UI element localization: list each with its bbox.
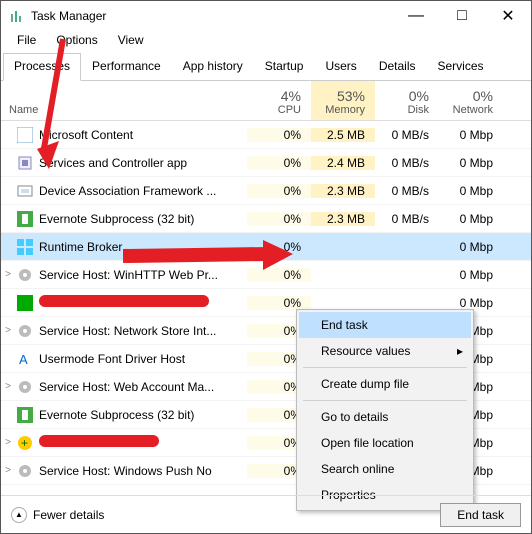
- net-cell: 0 Mbp: [439, 296, 503, 310]
- expand-icon[interactable]: >: [1, 465, 15, 476]
- col-memory[interactable]: 53%Memory: [311, 81, 375, 120]
- net-cell: 0 Mbp: [439, 156, 503, 170]
- process-name: [39, 295, 247, 310]
- svg-text:A: A: [19, 352, 28, 367]
- col-cpu[interactable]: 4%CPU: [247, 81, 311, 120]
- process-name: [39, 435, 247, 450]
- process-name: Usermode Font Driver Host: [39, 352, 247, 366]
- tab-processes[interactable]: Processes: [3, 53, 81, 81]
- table-row[interactable]: Microsoft Content 0% 2.5 MB 0 MB/s 0 Mbp: [1, 121, 531, 149]
- cpu-cell: 0%: [247, 156, 311, 170]
- expand-icon[interactable]: >: [1, 381, 15, 392]
- mem-cell: 2.5 MB: [311, 128, 375, 142]
- tab-performance[interactable]: Performance: [81, 53, 172, 80]
- menu-item[interactable]: Resource values▸: [299, 338, 471, 364]
- cpu-cell: 0%: [247, 240, 311, 254]
- process-icon: [17, 155, 33, 171]
- fewer-details-link[interactable]: Fewer details: [33, 508, 104, 522]
- col-network[interactable]: 0%Network: [439, 81, 503, 120]
- tab-startup[interactable]: Startup: [254, 53, 315, 80]
- process-pane: Name 4%CPU 53%Memory 0%Disk 0%Network Mi…: [1, 81, 531, 505]
- column-headers: Name 4%CPU 53%Memory 0%Disk 0%Network: [1, 81, 531, 121]
- process-icon: [17, 463, 33, 479]
- process-name: Evernote Subprocess (32 bit): [39, 212, 247, 226]
- menu-view[interactable]: View: [108, 31, 154, 53]
- cpu-cell: 0%: [247, 212, 311, 226]
- footer: ▲ Fewer details End task: [1, 495, 531, 533]
- col-name[interactable]: Name: [1, 81, 247, 120]
- menu-item[interactable]: End task: [299, 312, 471, 338]
- window-title: Task Manager: [31, 9, 393, 23]
- tab-app-history[interactable]: App history: [172, 53, 254, 80]
- cpu-cell: 0%: [247, 128, 311, 142]
- process-icon: [17, 267, 33, 283]
- app-icon: [9, 8, 25, 24]
- cpu-cell: 0%: [247, 184, 311, 198]
- chevron-up-icon[interactable]: ▲: [11, 507, 27, 523]
- cpu-cell: 0%: [247, 268, 311, 282]
- tab-details[interactable]: Details: [368, 53, 427, 80]
- process-icon: [17, 127, 33, 143]
- net-cell: 0 Mbp: [439, 184, 503, 198]
- titlebar: Task Manager — □ ✕: [1, 1, 531, 31]
- close-button[interactable]: ✕: [485, 1, 531, 31]
- process-name: Runtime Broker: [39, 240, 247, 254]
- end-task-button[interactable]: End task: [440, 503, 521, 527]
- menu-item[interactable]: Open file location: [299, 430, 471, 456]
- process-name: Service Host: Windows Push No: [39, 464, 247, 478]
- menubar: File Options View: [1, 31, 531, 53]
- process-icon: [17, 379, 33, 395]
- net-cell: 0 Mbp: [439, 268, 503, 282]
- menu-item[interactable]: Go to details: [299, 404, 471, 430]
- mem-cell: 2.3 MB: [311, 212, 375, 226]
- process-icon: [17, 323, 33, 339]
- cpu-cell: 0%: [247, 296, 311, 310]
- process-name: Service Host: Web Account Ma...: [39, 380, 247, 394]
- disk-cell: 0 MB/s: [375, 184, 439, 198]
- process-name: Service Host: WinHTTP Web Pr...: [39, 268, 247, 282]
- net-cell: 0 Mbp: [439, 240, 503, 254]
- disk-cell: 0 MB/s: [375, 156, 439, 170]
- process-icon: A: [17, 351, 33, 367]
- mem-cell: 2.4 MB: [311, 156, 375, 170]
- minimize-button[interactable]: —: [393, 1, 439, 31]
- tab-users[interactable]: Users: [314, 53, 367, 80]
- context-menu: End taskResource values▸ Create dump file…: [296, 309, 474, 511]
- net-cell: 0 Mbp: [439, 212, 503, 226]
- menu-item[interactable]: Search online: [299, 456, 471, 482]
- menu-item[interactable]: Create dump file: [299, 371, 471, 397]
- process-name: Microsoft Content: [39, 128, 247, 142]
- expand-icon[interactable]: >: [1, 269, 15, 280]
- disk-cell: 0 MB/s: [375, 128, 439, 142]
- process-name: Services and Controller app: [39, 156, 247, 170]
- process-name: Evernote Subprocess (32 bit): [39, 408, 247, 422]
- disk-cell: 0 MB/s: [375, 212, 439, 226]
- task-manager-window: Task Manager — □ ✕ File Options View Pro…: [0, 0, 532, 534]
- process-name: Device Association Framework ...: [39, 184, 247, 198]
- table-row[interactable]: Services and Controller app 0% 2.4 MB 0 …: [1, 149, 531, 177]
- process-icon: [17, 239, 33, 255]
- menu-options[interactable]: Options: [46, 31, 107, 53]
- tab-services[interactable]: Services: [427, 53, 495, 80]
- table-row[interactable]: Device Association Framework ... 0% 2.3 …: [1, 177, 531, 205]
- maximize-button[interactable]: □: [439, 1, 485, 31]
- table-row[interactable]: > Service Host: WinHTTP Web Pr... 0% 0 M…: [1, 261, 531, 289]
- process-icon: [17, 183, 33, 199]
- expand-icon[interactable]: >: [1, 437, 15, 448]
- net-cell: 0 Mbp: [439, 128, 503, 142]
- menu-file[interactable]: File: [7, 31, 46, 53]
- process-icon: +: [17, 435, 33, 451]
- tab-strip: Processes Performance App history Startu…: [1, 53, 531, 81]
- table-row[interactable]: Evernote Subprocess (32 bit) 0% 2.3 MB 0…: [1, 205, 531, 233]
- col-disk[interactable]: 0%Disk: [375, 81, 439, 120]
- table-row[interactable]: Runtime Broker 0% 0 Mbp: [1, 233, 531, 261]
- process-name: Service Host: Network Store Int...: [39, 324, 247, 338]
- process-icon: [17, 407, 33, 423]
- expand-icon[interactable]: >: [1, 325, 15, 336]
- svg-text:+: +: [21, 436, 28, 450]
- process-icon: [17, 211, 33, 227]
- mem-cell: 2.3 MB: [311, 184, 375, 198]
- process-icon: [17, 295, 33, 311]
